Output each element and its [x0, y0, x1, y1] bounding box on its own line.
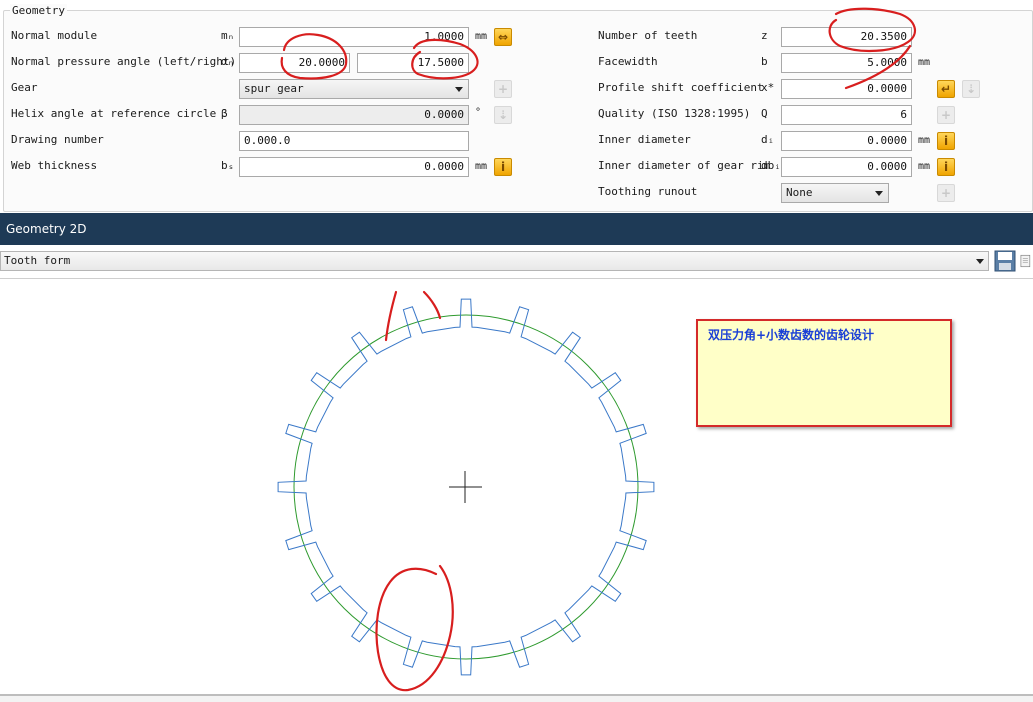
pressure-angle-symbol: αₙ: [221, 55, 235, 68]
helix-angle-symbol: β: [221, 107, 228, 120]
facewidth-label: Facewidth: [598, 55, 658, 68]
center-crosshair: [449, 471, 482, 503]
pressure-angle-left-input[interactable]: 20.0000: [239, 53, 350, 73]
helix-angle-input[interactable]: 0.0000: [239, 105, 469, 125]
chevron-down-icon: [455, 87, 463, 92]
pressure-angle-label: Normal pressure angle (left/right): [11, 55, 237, 68]
rim-diameter-label: Inner diameter of gear rim: [598, 159, 771, 172]
info-icon[interactable]: i: [937, 158, 955, 176]
helix-angle-unit: °: [475, 107, 482, 118]
web-thickness-label: Web thickness: [11, 159, 98, 172]
annotation-note: 双压力角+小数齿数的齿轮设计: [696, 319, 952, 427]
teeth-input[interactable]: 20.3500: [781, 27, 912, 47]
plus-icon: +: [937, 184, 955, 202]
runout-label: Toothing runout: [598, 185, 698, 198]
view-select-value: Tooth form: [4, 254, 71, 267]
info-icon[interactable]: i: [937, 132, 955, 150]
normal-module-symbol: mₙ: [221, 29, 235, 42]
print-icon[interactable]: [1019, 249, 1033, 273]
web-thickness-unit: mm: [475, 161, 488, 172]
gear-select-value: spur gear: [244, 82, 304, 95]
profile-shift-label: Profile shift coefficient: [598, 81, 764, 94]
facewidth-unit: mm: [918, 57, 931, 68]
gear-select[interactable]: spur gear: [239, 79, 469, 99]
normal-module-label: Normal module: [11, 29, 98, 42]
runout-select-value: None: [786, 186, 813, 199]
web-thickness-input[interactable]: 0.0000: [239, 157, 469, 177]
download-disabled-icon: ⇣: [962, 80, 980, 98]
quality-symbol: Q: [761, 107, 768, 120]
teeth-symbol: z: [761, 29, 768, 42]
view-select[interactable]: Tooth form: [0, 251, 989, 271]
rim-diameter-input[interactable]: 0.0000: [781, 157, 912, 177]
runout-select[interactable]: None: [781, 183, 889, 203]
bottom-scroll-edge: [0, 694, 1033, 702]
profile-shift-symbol: x*: [761, 81, 775, 94]
gear-label: Gear: [11, 81, 38, 94]
inner-diameter-symbol: dᵢ: [761, 133, 775, 146]
inner-diameter-input[interactable]: 0.0000: [781, 131, 912, 151]
teeth-label: Number of teeth: [598, 29, 698, 42]
normal-module-unit: mm: [475, 31, 488, 42]
quality-label: Quality (ISO 1328:1995): [598, 107, 751, 120]
plus-icon: +: [937, 106, 955, 124]
normal-module-input[interactable]: 1.0000: [239, 27, 469, 47]
chevron-down-icon: [976, 259, 984, 264]
geometry-group-title: Geometry: [10, 4, 67, 17]
rim-diameter-symbol: dbᵢ: [761, 159, 781, 172]
chevron-down-icon: [875, 191, 883, 196]
double-arrow-icon[interactable]: ⇔: [494, 28, 512, 46]
profile-shift-input[interactable]: 0.0000: [781, 79, 912, 99]
info-icon[interactable]: i: [494, 158, 512, 176]
geometry-2d-header: Geometry 2D: [0, 213, 1033, 245]
save-icon[interactable]: [993, 249, 1017, 273]
web-thickness-symbol: bₛ: [221, 159, 235, 172]
rim-diameter-unit: mm: [918, 161, 931, 172]
inner-diameter-label: Inner diameter: [598, 133, 691, 146]
facewidth-input[interactable]: 5.0000: [781, 53, 912, 73]
plus-icon: +: [494, 80, 512, 98]
helix-angle-label: Helix angle at reference circle: [11, 107, 217, 120]
drawing-number-label: Drawing number: [11, 133, 104, 146]
pressure-angle-right-input[interactable]: 17.5000: [357, 53, 469, 73]
quality-input[interactable]: 6: [781, 105, 912, 125]
convert-disabled-icon: ⇣: [494, 106, 512, 124]
inner-diameter-unit: mm: [918, 135, 931, 146]
drawing-number-input[interactable]: 0.000.0: [239, 131, 469, 151]
return-arrow-icon[interactable]: ↵: [937, 80, 955, 98]
facewidth-symbol: b: [761, 55, 768, 68]
